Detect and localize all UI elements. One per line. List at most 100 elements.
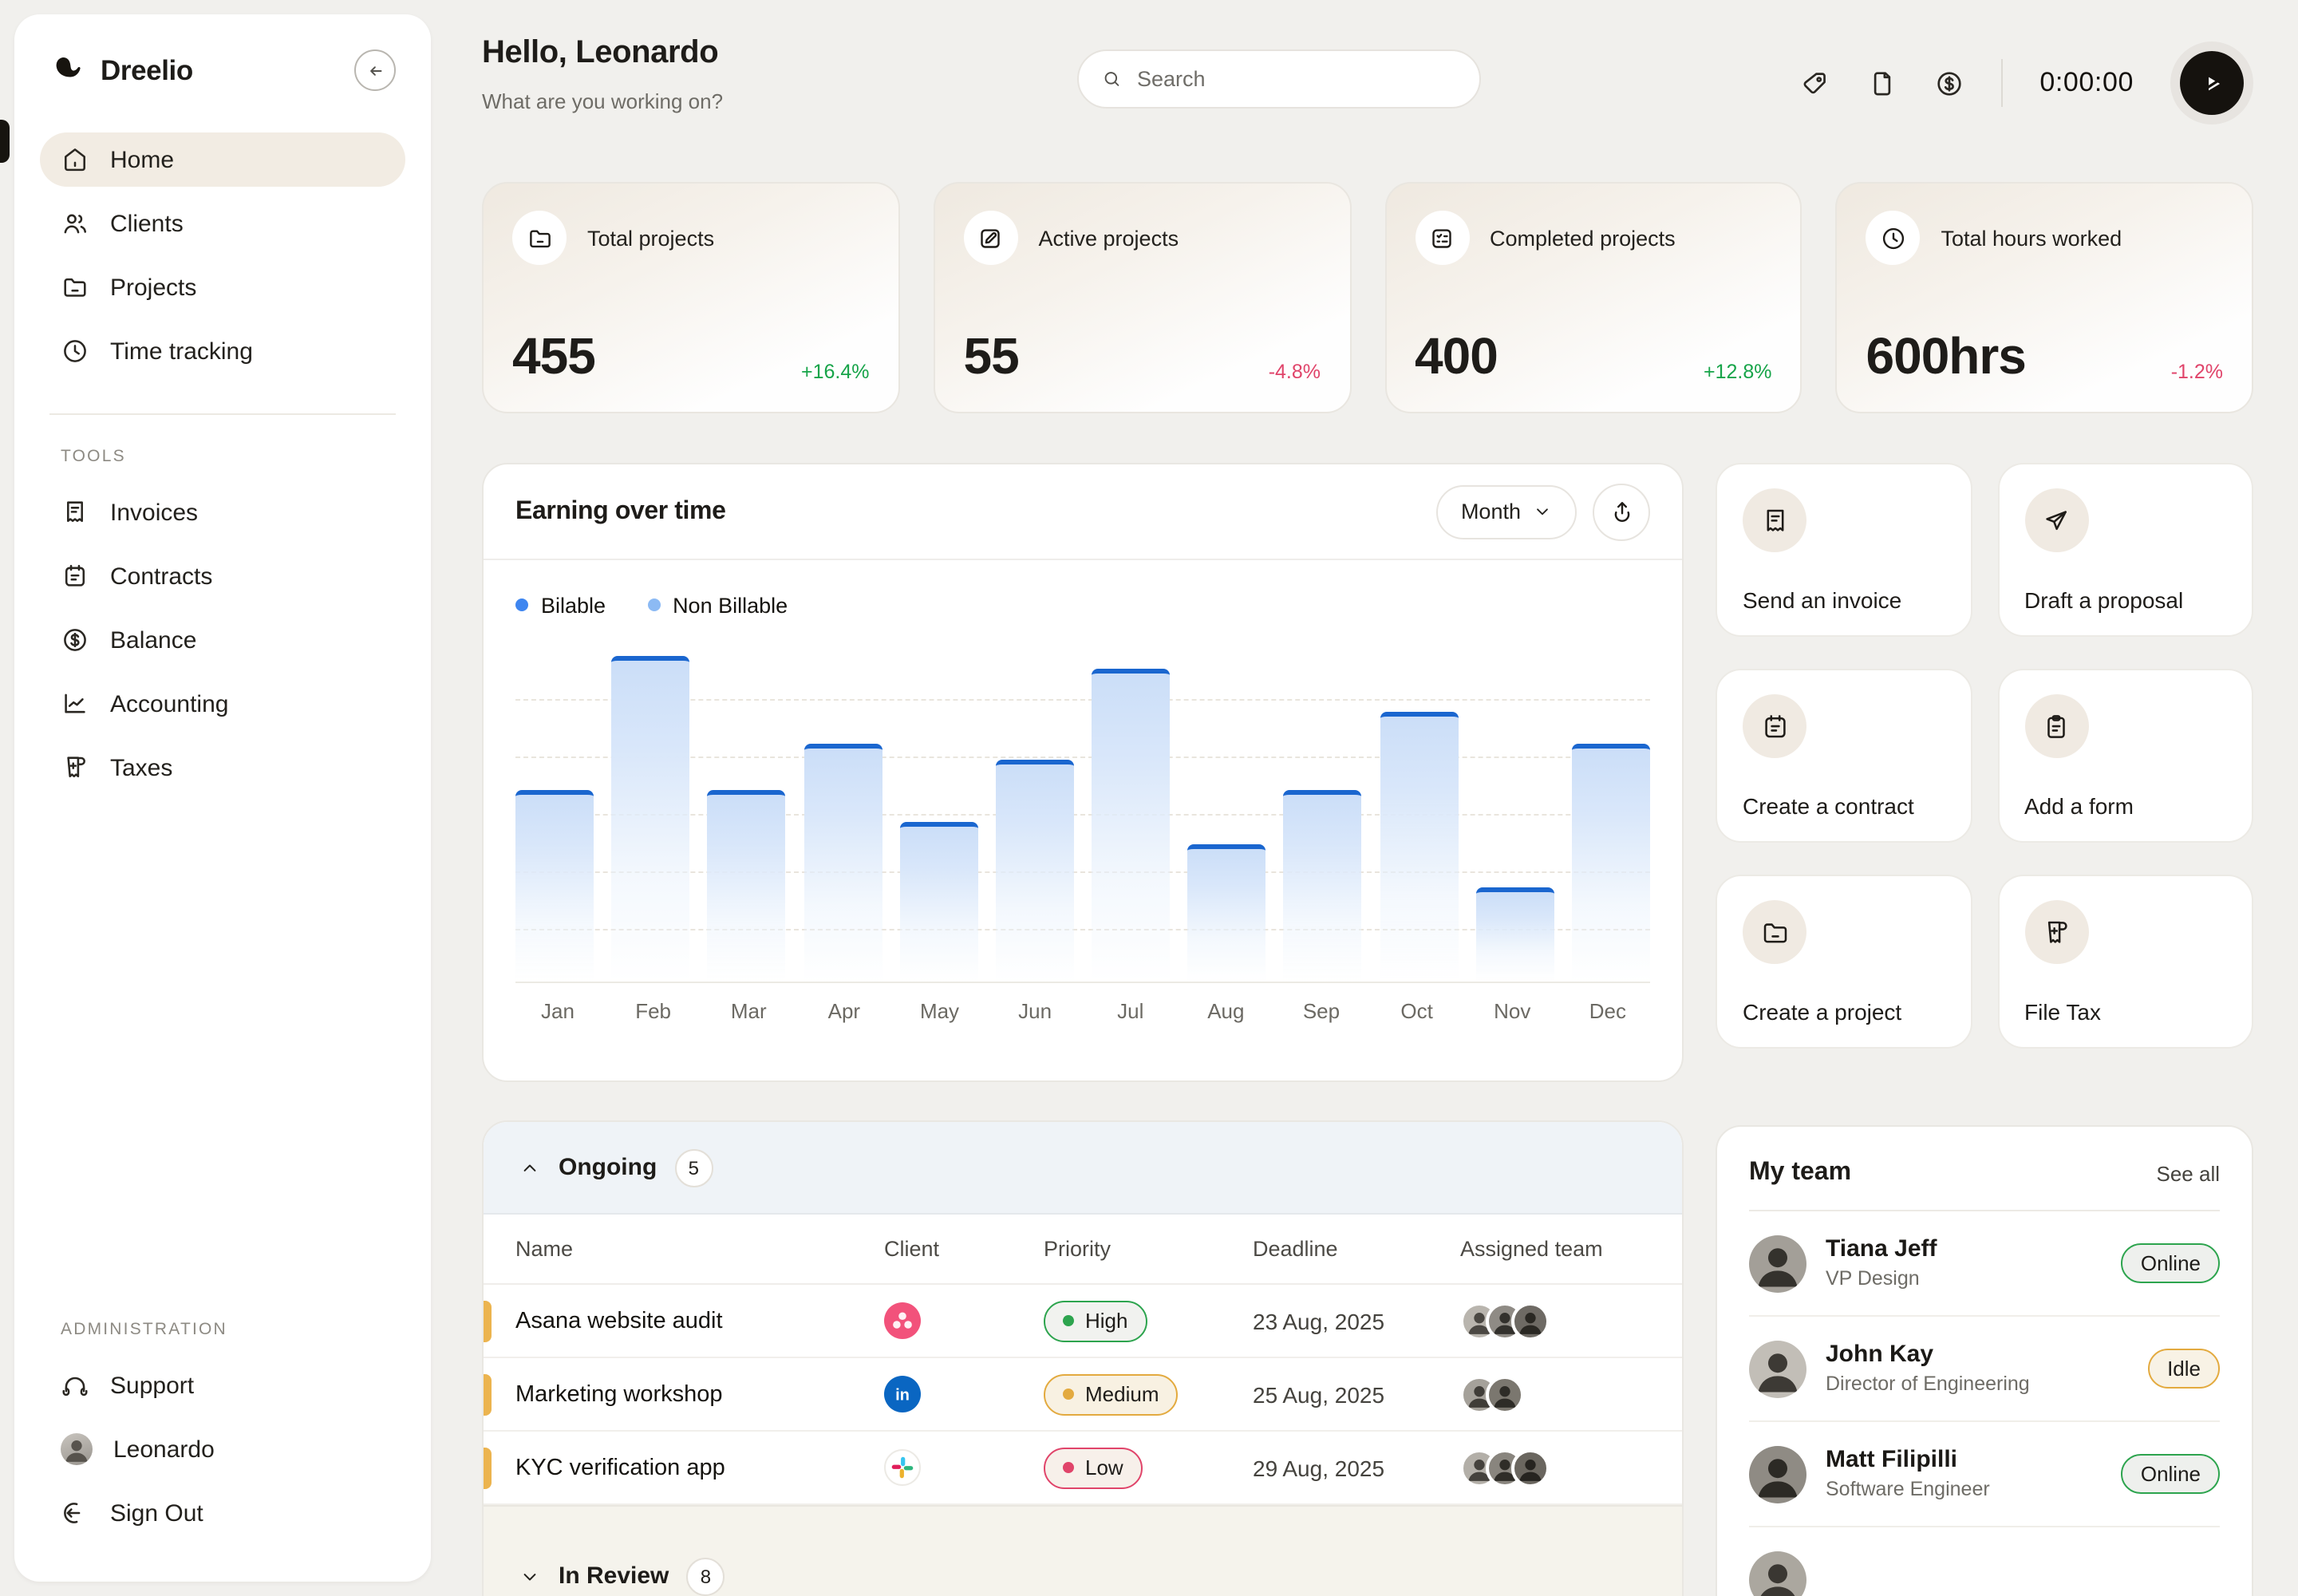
sidebar-collapse-button[interactable]	[354, 49, 396, 91]
stat-value: 55	[964, 327, 1019, 386]
file-icon[interactable]	[1867, 68, 1897, 98]
table-row[interactable]: Marketing workshop in Medium 25 Aug, 202…	[484, 1358, 1682, 1432]
deadline: 23 Aug, 2025	[1253, 1308, 1460, 1333]
avatar	[1511, 1302, 1550, 1340]
stat-card-total-hours: Total hours worked 600hrs -1.2%	[1836, 182, 2254, 413]
chevron-up-icon[interactable]	[519, 1156, 541, 1179]
sidebar-item-clients[interactable]: Clients	[40, 196, 405, 251]
sidebar-item-accounting[interactable]: Accounting	[40, 677, 405, 731]
stat-value: 400	[1415, 327, 1498, 386]
clock-icon	[1866, 211, 1921, 265]
stat-value: 455	[512, 327, 595, 386]
send-invoice-card[interactable]: Send an invoice	[1716, 463, 1972, 637]
draft-proposal-card[interactable]: Draft a proposal	[1997, 463, 2253, 637]
x-axis-labels: JanFebMarAprMayJunJulAugSepOctNovDec	[515, 999, 1650, 1023]
dollar-circle-icon	[61, 626, 89, 654]
team-member-row[interactable]: Tiana Jeff VP Design Online	[1749, 1211, 2220, 1317]
sidebar-item-sign-out[interactable]: Sign Out	[40, 1486, 405, 1540]
dashboard-app: Dreelio Home Clients Projects Time track…	[0, 0, 2298, 1596]
sidebar-item-balance[interactable]: Balance	[40, 613, 405, 667]
dreelio-logo-icon	[49, 52, 86, 89]
receipt-plus-icon	[61, 753, 89, 782]
member-role: VP Design	[1826, 1266, 1937, 1293]
create-project-card[interactable]: Create a project	[1716, 875, 1972, 1049]
sidebar-item-support[interactable]: Support	[40, 1358, 405, 1412]
sidebar-item-projects[interactable]: Projects	[40, 260, 405, 314]
create-contract-card[interactable]: Create a contract	[1716, 669, 1972, 843]
legend-item-billable: Bilable	[515, 593, 606, 617]
sidebar-item-taxes[interactable]: Taxes	[40, 741, 405, 795]
chevron-down-icon[interactable]	[519, 1565, 541, 1587]
tools-section-label: TOOLS	[61, 447, 385, 466]
column-header-client: Client	[884, 1237, 1044, 1261]
headphones-icon	[61, 1371, 89, 1400]
nav-label: Contracts	[110, 563, 212, 590]
sidebar-item-invoices[interactable]: Invoices	[40, 485, 405, 539]
x-axis-tick: Apr	[805, 999, 883, 1023]
sidebar-item-time-tracking[interactable]: Time tracking	[40, 324, 405, 378]
row-accent-bar	[484, 1448, 492, 1489]
clipboard-icon	[2024, 694, 2088, 758]
svg-text:in: in	[895, 1387, 910, 1404]
dollar-circle-icon[interactable]	[1934, 68, 1964, 98]
sidebar-item-contracts[interactable]: Contracts	[40, 549, 405, 603]
nav-label: Support	[110, 1372, 194, 1399]
column-header-assigned-team: Assigned team	[1460, 1237, 1684, 1261]
slack-logo-icon	[884, 1449, 921, 1486]
x-axis-tick: Jun	[996, 999, 1074, 1023]
chart-legend: Bilable Non Billable	[515, 589, 1650, 621]
sidebar: Dreelio Home Clients Projects Time track…	[14, 14, 431, 1582]
checklist-icon	[1415, 211, 1469, 265]
file-tax-card[interactable]: File Tax	[1997, 875, 2253, 1049]
ongoing-section-header[interactable]: Ongoing 5	[484, 1122, 1682, 1215]
team-title: My team	[1749, 1159, 1851, 1187]
in-review-section-header[interactable]: In Review 8	[484, 1505, 1682, 1596]
table-row[interactable]: KYC verification app Low 29 Aug, 2025	[484, 1432, 1682, 1505]
stat-label: Completed projects	[1490, 226, 1676, 250]
search-bar[interactable]	[1077, 49, 1481, 109]
priority-badge: Medium	[1044, 1373, 1179, 1415]
active-page-indicator	[0, 120, 10, 163]
action-label: Add a form	[2024, 793, 2134, 819]
start-timer-button[interactable]	[2170, 41, 2253, 124]
sidebar-item-profile[interactable]: Leonardo	[40, 1422, 405, 1476]
nav-label: Time tracking	[110, 338, 253, 365]
stat-delta: -1.2%	[2171, 361, 2223, 383]
brand-name: Dreelio	[101, 53, 193, 87]
x-axis-tick: Sep	[1282, 999, 1360, 1023]
action-label: Create a project	[1743, 999, 1901, 1025]
range-selector-dropdown[interactable]: Month	[1437, 484, 1577, 539]
assigned-avatars	[1460, 1375, 1684, 1413]
table-row[interactable]: Asana website audit High 23 Aug, 2025	[484, 1285, 1682, 1358]
assigned-avatars	[1460, 1448, 1684, 1487]
nav-label: Balance	[110, 626, 196, 654]
stat-value: 600hrs	[1866, 327, 2026, 386]
sidebar-divider	[49, 413, 396, 415]
nav-label: Projects	[110, 274, 196, 301]
main-nav: Home Clients Projects Time tracking	[40, 132, 405, 388]
add-form-card[interactable]: Add a form	[1997, 669, 2253, 843]
earnings-chart-card: Earning over time Month Bilable	[482, 463, 1684, 1082]
bar-aug	[1187, 845, 1265, 982]
tag-icon[interactable]	[1800, 68, 1830, 98]
export-chart-button[interactable]	[1593, 483, 1650, 540]
project-name: Asana website audit	[484, 1308, 884, 1333]
paper-plane-icon	[2024, 488, 2088, 552]
nav-label: Taxes	[110, 754, 172, 781]
page-title: Hello, Leonardo	[482, 35, 718, 72]
legend-dot-non-billable	[647, 598, 660, 611]
deadline: 25 Aug, 2025	[1253, 1381, 1460, 1407]
team-member-row[interactable]: Matt Filipilli Software Engineer Online	[1749, 1422, 2220, 1527]
see-all-link[interactable]: See all	[2157, 1161, 2221, 1185]
stat-label: Total hours worked	[1941, 226, 2122, 250]
team-member-row[interactable]: John Kay Director of Engineering Idle	[1749, 1317, 2220, 1422]
search-input[interactable]	[1137, 67, 1457, 91]
bar-may	[899, 822, 977, 982]
search-icon	[1101, 67, 1123, 91]
linkedin-logo-icon: in	[884, 1376, 921, 1412]
team-member-row[interactable]	[1749, 1527, 2220, 1596]
avatar	[1749, 1445, 1806, 1503]
header-toolbar: 0:00:00	[1800, 41, 2253, 124]
edit-icon	[964, 211, 1018, 265]
sidebar-item-home[interactable]: Home	[40, 132, 405, 187]
